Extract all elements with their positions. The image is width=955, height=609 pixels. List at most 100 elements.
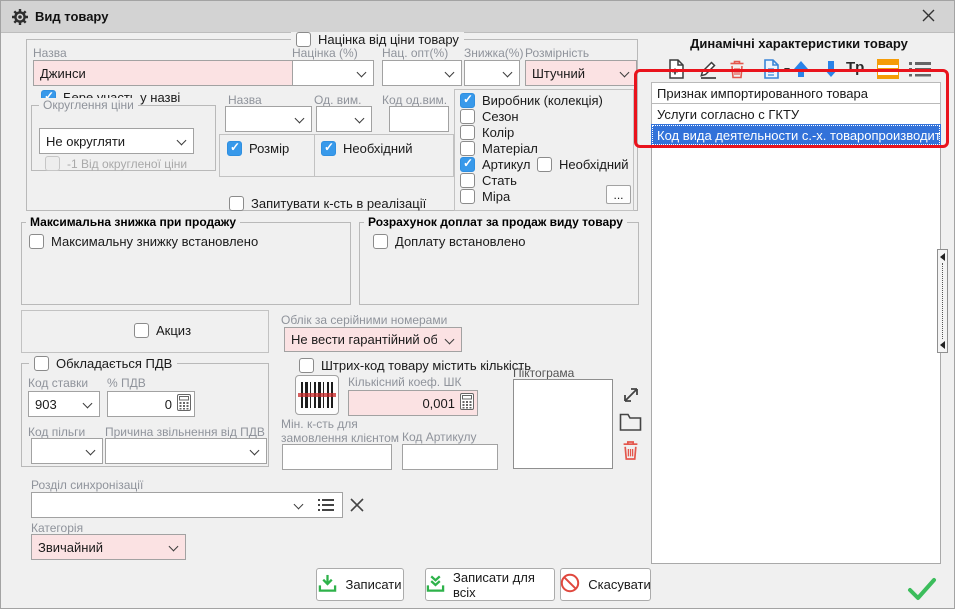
size-checkbox-row[interactable]: Розмір [227, 141, 289, 156]
excise-checkbox-row[interactable]: Акциз [134, 323, 191, 338]
markup-from-price-checkbox-row[interactable]: Націнка від ціни товару [291, 32, 464, 47]
copy-record-icon[interactable] [762, 59, 780, 79]
list-item-selected[interactable]: Код вида деятельности с.-х. товаропроизв… [651, 124, 941, 146]
barcode-qty-checkbox-row[interactable]: Штрих-код товару містить кількість [299, 358, 531, 373]
folder-icon[interactable] [619, 413, 642, 432]
attr-producer-checkbox[interactable] [460, 93, 475, 108]
category-select[interactable]: Звичайний [31, 534, 186, 560]
vat-checkbox[interactable] [34, 356, 49, 371]
uom-code-label: Код од.вим. [382, 93, 447, 107]
minus1-checkbox [45, 156, 60, 171]
attr-season-checkbox[interactable] [460, 109, 475, 124]
list-view-icon[interactable] [909, 61, 931, 77]
article-code-input[interactable] [402, 444, 498, 470]
cancel-icon [560, 573, 580, 596]
collapse-arrow-icon [940, 253, 945, 261]
sync-list-icon[interactable] [318, 499, 334, 512]
calculator-icon[interactable] [177, 394, 191, 414]
pictogram-label: Піктограма [513, 366, 574, 380]
name-label: Назва [33, 46, 67, 60]
attr-article-checkbox[interactable] [460, 157, 475, 172]
sync-section-select[interactable] [31, 492, 343, 518]
save-button[interactable]: Записати [316, 568, 404, 601]
panel-splitter[interactable] [937, 249, 948, 353]
close-icon [922, 9, 935, 25]
add-record-icon[interactable] [667, 59, 685, 79]
vat-checkbox-row[interactable]: Обкладається ПДВ [29, 356, 177, 371]
vat-percent-input[interactable]: 0 [107, 391, 195, 417]
required-checkbox-row[interactable]: Необхідний [321, 141, 413, 156]
dynamic-characteristics-title: Динамічні характеристики товару [649, 36, 949, 51]
attr-gender-checkbox[interactable] [460, 173, 475, 188]
rate-code-select[interactable]: 903 [28, 391, 100, 417]
max-discount-checkbox-row[interactable]: Максимальну знижку встановлено [29, 234, 258, 249]
vat-reason-label: Причина звільнення від ПДВ [105, 425, 265, 439]
list-item[interactable]: Признак импортированного товара [651, 82, 941, 104]
expand-icon[interactable] [621, 385, 641, 405]
max-discount-checkbox[interactable] [29, 234, 44, 249]
attr-color-row[interactable]: Колір [460, 125, 514, 140]
vat-reason-select[interactable] [105, 438, 267, 464]
sync-section-label: Розділ синхронізації [31, 478, 143, 492]
list-item[interactable]: Услуги согласно с ГКТУ [651, 103, 941, 125]
markup-from-price-checkbox[interactable] [296, 32, 311, 47]
chevron-down-icon [445, 335, 455, 345]
cancel-button[interactable]: Скасувати [560, 568, 651, 601]
chevron-down-icon [620, 68, 630, 78]
excise-checkbox[interactable] [134, 323, 149, 338]
rounding-legend: Округлення ціни [39, 98, 138, 112]
ask-qty-checkbox[interactable] [229, 196, 244, 211]
move-down-icon[interactable] [824, 61, 838, 77]
barcode-qty-checkbox[interactable] [299, 358, 314, 373]
save-for-all-button[interactable]: Записати для всіх [425, 568, 555, 601]
ask-qty-checkbox-row[interactable]: Запитувати к-сть в реалізації [229, 196, 426, 211]
min-qty-input[interactable] [282, 444, 392, 470]
chevron-down-icon [250, 446, 260, 456]
more-attributes-button[interactable]: ... [606, 185, 631, 204]
attr-measure-checkbox[interactable] [460, 189, 475, 204]
attr-color-checkbox[interactable] [460, 125, 475, 140]
attr-measure-row[interactable]: Міра [460, 189, 510, 204]
discount-select[interactable] [464, 60, 520, 86]
uom-select[interactable] [316, 106, 372, 132]
article-code-label: Код Артикулу [402, 430, 476, 444]
attr-article-row[interactable]: Артикул [460, 157, 530, 172]
attr-material-checkbox[interactable] [460, 141, 475, 156]
attr-gender-row[interactable]: Стать [460, 173, 517, 188]
dimension-select[interactable]: Штучний [525, 60, 637, 86]
attr-required-row[interactable]: Необхідний [537, 157, 629, 172]
surcharge-checkbox[interactable] [373, 234, 388, 249]
pictogram-box[interactable] [513, 379, 613, 469]
size-checkbox[interactable] [227, 141, 242, 156]
characteristics-list[interactable]: Признак импортированного товара Услуги с… [651, 82, 941, 564]
coef-input[interactable]: 0,001 [348, 390, 478, 416]
copy-menu-caret-icon[interactable] [784, 68, 790, 72]
unit-name-label: Назва [228, 93, 262, 107]
calculator-icon[interactable] [460, 393, 474, 413]
delete-pictogram-icon[interactable] [622, 439, 639, 461]
unit-name-select[interactable] [225, 106, 312, 132]
required-checkbox[interactable] [321, 141, 336, 156]
text-type-icon[interactable]: Tp [846, 59, 864, 76]
uom-code-input[interactable] [389, 106, 449, 132]
edit-icon[interactable] [698, 59, 718, 79]
benefit-code-select[interactable] [31, 438, 103, 464]
attr-season-row[interactable]: Сезон [460, 109, 519, 124]
rounding-select[interactable]: Не округляти [39, 128, 194, 154]
move-up-icon[interactable] [794, 61, 808, 77]
surcharge-checkbox-row[interactable]: Доплату встановлено [373, 234, 526, 249]
attr-required-checkbox[interactable] [537, 157, 552, 172]
markup-opt-select[interactable] [382, 60, 462, 86]
confirm-check-icon[interactable] [907, 577, 937, 601]
barcode-button[interactable] [295, 375, 339, 415]
rows-view-icon[interactable] [877, 59, 899, 79]
serial-select[interactable]: Не вести гарантійний облік [284, 327, 462, 352]
close-button[interactable] [914, 6, 942, 28]
attr-material-row[interactable]: Матеріал [460, 141, 538, 156]
markup-select[interactable] [292, 60, 374, 86]
attr-producer-row[interactable]: Виробник (колекція) [460, 93, 603, 108]
clear-sync-icon[interactable] [350, 498, 364, 512]
delete-icon[interactable] [729, 59, 745, 79]
markup-group-legend: Націнка від ціни товару [318, 32, 459, 47]
name-input[interactable]: Джинси [33, 60, 311, 86]
